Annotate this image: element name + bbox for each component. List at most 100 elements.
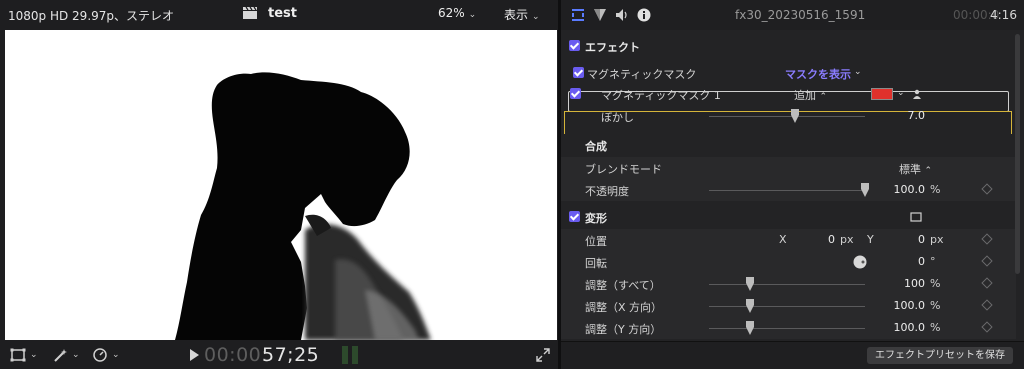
zoom-value: 62%	[438, 6, 465, 20]
viewer-pane: 1080p HD 29.97p、ステレオ test 62% ⌄ 表示 ⌄ ⌄ ⌄…	[0, 0, 558, 369]
scale-y-label: 調整（Y 方向）	[585, 323, 662, 336]
compositing-section-header[interactable]: 合成	[561, 134, 1016, 156]
blend-mode-row: ブレンドモード 標準 ⌃	[561, 157, 1016, 179]
scale-y-slider-knob[interactable]	[745, 321, 754, 335]
position-y-value[interactable]: 0	[901, 233, 925, 246]
timecode-display[interactable]: 57;25	[262, 344, 319, 366]
blend-mode-menu[interactable]: 標準 ⌃	[899, 161, 932, 177]
opacity-slider-knob[interactable]	[861, 183, 869, 197]
position-label: 位置	[585, 235, 607, 248]
video-inspector-icon[interactable]	[571, 8, 585, 22]
speed-tool-menu[interactable]: ⌄	[92, 347, 120, 363]
inspector-footer: エフェクトプリセットを保存	[561, 341, 1024, 369]
clip-name: fx30_20230516_1591	[735, 8, 866, 22]
show-mask-button[interactable]: マスクを表示	[785, 66, 851, 82]
audio-meter-right	[352, 346, 358, 364]
updown-chevron-icon: ⌃	[819, 92, 828, 102]
mask-mode-menu[interactable]: 追加 ⌃	[794, 87, 827, 103]
keyframe-icon[interactable]	[981, 321, 993, 333]
scale-x-slider-track[interactable]	[709, 306, 865, 307]
position-y-label: Y	[867, 233, 874, 246]
inspector-header: fx30_20230516_1591 00:00:0 4:16	[561, 0, 1024, 30]
feather-slider-knob[interactable]	[790, 109, 799, 123]
rotation-row: 回転 0 °	[561, 251, 1016, 273]
scale-x-label: 調整（X 方向）	[585, 301, 663, 314]
scale-y-value[interactable]: 100.0	[881, 321, 926, 334]
feather-row: ぼかし 7.0	[561, 105, 1016, 127]
chevron-down-icon: ⌄	[112, 350, 120, 360]
scale-all-slider-track[interactable]	[709, 284, 865, 285]
save-effects-preset-button[interactable]: エフェクトプリセットを保存	[867, 347, 1013, 364]
color-inspector-icon[interactable]	[593, 8, 607, 22]
magnetic-mask-1-row[interactable]: マグネティックマスク 1 追加 ⌃ ⌄	[561, 83, 1016, 105]
inspector-scrollbar[interactable]	[1015, 34, 1020, 274]
scale-x-value[interactable]: 100.0	[881, 299, 926, 312]
transform-header-label: 変形	[585, 212, 607, 225]
transform-section-header[interactable]: 変形	[561, 206, 1016, 228]
magnetic-mask-effect-row[interactable]: マグネティックマスク マスクを表示 ⌄	[561, 62, 1016, 84]
blend-mode-value: 標準	[899, 163, 921, 176]
mask-silhouette	[175, 72, 431, 340]
effects-section-header[interactable]: エフェクト	[561, 35, 1016, 57]
scale-x-row: 調整（X 方向） 100.0 %	[561, 295, 1016, 317]
magnetic-mask-1-label: マグネティックマスク 1	[601, 89, 721, 102]
keyframe-icon[interactable]	[981, 299, 993, 311]
clip-duration: 4:16	[990, 8, 1017, 22]
position-y-unit: px	[930, 233, 944, 246]
chevron-down-icon: ⌄	[532, 12, 540, 22]
scale-all-unit: %	[930, 277, 941, 290]
timecode-prefix: 00:00:	[204, 344, 269, 366]
opacity-unit: %	[930, 183, 941, 196]
chevron-down-icon: ⌄	[72, 350, 80, 360]
play-icon[interactable]	[190, 349, 199, 361]
transform-tool-menu[interactable]: ⌄	[10, 347, 38, 363]
magnetic-mask-1-checkbox[interactable]	[570, 88, 581, 99]
transform-checkbox[interactable]	[569, 211, 580, 222]
person-icon[interactable]	[912, 89, 922, 99]
transform-onscreen-icon[interactable]	[910, 212, 922, 222]
scale-all-row: 調整（すべて） 100 %	[561, 273, 1016, 295]
scale-all-value[interactable]: 100	[881, 277, 925, 290]
scale-all-slider-knob[interactable]	[745, 277, 754, 291]
scale-x-slider-knob[interactable]	[745, 299, 754, 313]
video-canvas[interactable]	[5, 30, 557, 340]
chevron-down-icon: ⌄	[468, 10, 477, 20]
inspector-pane: fx30_20230516_1591 00:00:0 4:16 エフェクト マグ…	[561, 0, 1024, 369]
chevron-down-icon[interactable]: ⌄	[854, 67, 862, 77]
opacity-slider-track[interactable]	[709, 190, 865, 191]
viewer-toolbar: 1080p HD 29.97p、ステレオ test 62% ⌄ 表示 ⌄	[0, 0, 558, 28]
position-x-value[interactable]: 0	[811, 233, 835, 246]
viewer-controls: ⌄ ⌄ ⌄ 00:00: 57;25	[0, 342, 558, 369]
magnetic-mask-checkbox[interactable]	[573, 67, 584, 78]
magnetic-mask-title: マグネティックマスク	[587, 68, 697, 81]
opacity-value[interactable]: 100.0	[881, 183, 926, 196]
rotation-label: 回転	[585, 257, 607, 270]
effects-checkbox[interactable]	[569, 40, 580, 51]
clapper-icon	[243, 6, 257, 19]
speedometer-icon	[93, 348, 107, 362]
keyframe-icon[interactable]	[981, 255, 993, 267]
effects-header-label: エフェクト	[585, 41, 640, 54]
zoom-menu[interactable]: 62% ⌄	[438, 6, 476, 20]
info-inspector-icon[interactable]	[637, 8, 651, 22]
view-menu[interactable]: 表示 ⌄	[504, 6, 540, 23]
view-menu-label: 表示	[504, 8, 529, 22]
position-x-label: X	[779, 233, 787, 246]
keyframe-icon[interactable]	[981, 277, 993, 289]
mask-color-swatch[interactable]	[871, 88, 893, 100]
fullscreen-icon[interactable]	[536, 348, 550, 362]
feather-label: ぼかし	[601, 111, 634, 124]
feather-slider-track[interactable]	[709, 116, 865, 117]
audio-inspector-icon[interactable]	[615, 8, 629, 22]
enhance-tool-menu[interactable]: ⌄	[52, 347, 80, 363]
feather-value[interactable]: 7.0	[887, 109, 926, 122]
keyframe-icon[interactable]	[981, 183, 993, 195]
project-name: test	[268, 6, 297, 21]
rotation-value[interactable]: 0	[901, 255, 925, 268]
chevron-down-icon[interactable]: ⌄	[897, 88, 905, 98]
scale-y-slider-track[interactable]	[709, 328, 865, 329]
position-x-unit: px	[840, 233, 854, 246]
rotation-dial-icon[interactable]	[853, 255, 867, 269]
keyframe-icon[interactable]	[981, 233, 993, 245]
chevron-down-icon: ⌄	[30, 350, 38, 360]
